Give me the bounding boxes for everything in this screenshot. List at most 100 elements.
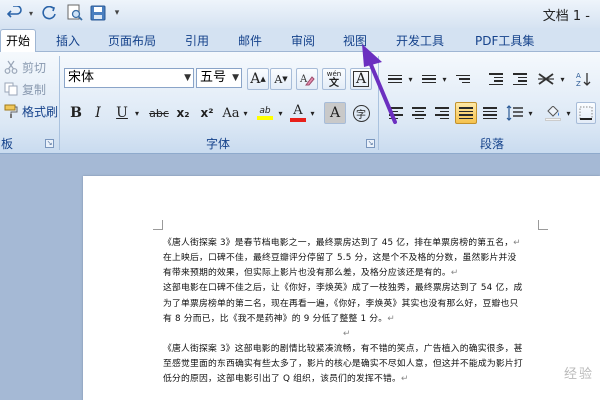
svg-text:A: A <box>576 72 581 80</box>
grow-font-button[interactable]: A ▲ <box>247 68 269 90</box>
line-spacing-dropdown-button[interactable]: ▾ <box>526 102 535 124</box>
bullets-button[interactable] <box>384 68 406 90</box>
asian-layout-button[interactable] <box>534 68 558 90</box>
paragraph-line[interactable]: 为了单票房榜单的第二名，现在再看一遍，《你好，李焕英》其实也没有那么好，豆瓣也只 <box>163 297 518 312</box>
align-left-button[interactable] <box>386 102 406 124</box>
tab-view[interactable]: 视图 <box>343 30 367 52</box>
chevron-down-icon: ▼ <box>232 73 239 83</box>
underline-button[interactable]: U <box>112 102 132 124</box>
strikethrough-button[interactable]: abc <box>146 102 172 124</box>
font-color-bar <box>290 118 306 122</box>
phonetic-guide-button[interactable]: wén 文 <box>322 68 346 90</box>
grow-font-icon: A <box>250 71 261 87</box>
line-text: 有 8 分而已，比《我不是药神》的 9 分低了整整 1 分。 <box>163 314 388 324</box>
bullets-dropdown-button[interactable]: ▾ <box>406 68 415 90</box>
asian-layout-dropdown-button[interactable]: ▾ <box>558 68 567 90</box>
cut-button[interactable]: 剪切 <box>4 58 46 76</box>
paragraph-group-label: 段落 <box>479 137 504 151</box>
change-case-dropdown-button[interactable]: ▾ <box>241 102 250 124</box>
undo-dropdown-button[interactable]: ▾ <box>26 4 36 22</box>
decrease-indent-icon <box>489 73 503 85</box>
paragraph-line[interactable]: 在上映后，口碑不佳，最终豆瓣评分停留了 5.5 分，这是个不及格的分数，虽然影片… <box>163 251 516 266</box>
paragraph-line[interactable]: 有带来预期的效果，但实际上影片也没有那么差，及格分应该还是有的。↵ <box>163 266 458 281</box>
customize-toolbar-button[interactable]: ▾ <box>110 4 124 22</box>
font-name-combo[interactable]: 宋体 ▼ <box>64 68 194 88</box>
document-page[interactable]: 《唐人街探案 3》是春节档电影之一，最终票房达到了 45 亿，排在单票房榜的第五… <box>83 176 600 400</box>
shading-dropdown-button[interactable]: ▾ <box>564 102 573 124</box>
ribbon-tab-bar: 开始 插入 页面布局 引用 邮件 审阅 视图 开发工具 PDF工具集 <box>0 28 600 53</box>
bold-icon: B <box>70 105 82 121</box>
document-area: 《唐人街探案 3》是春节档电影之一，最终票房达到了 45 亿，排在单票房榜的第五… <box>0 154 600 400</box>
clipboard-dialog-launcher[interactable]: ↘ <box>45 139 54 148</box>
align-right-button[interactable] <box>432 102 452 124</box>
italic-button[interactable]: I <box>88 102 108 124</box>
font-color-dropdown-button[interactable]: ▾ <box>308 102 317 124</box>
line-spacing-button[interactable] <box>504 102 526 124</box>
highlight-dropdown-button[interactable]: ▾ <box>276 102 285 124</box>
tab-pdf-tools[interactable]: PDF工具集 <box>475 30 534 52</box>
tab-references[interactable]: 引用 <box>185 30 209 52</box>
clear-formatting-button[interactable]: A <box>296 68 318 90</box>
multilevel-list-button[interactable] <box>452 68 474 90</box>
copy-button[interactable]: 复制 <box>4 80 46 98</box>
italic-icon: I <box>95 105 101 121</box>
paragraph-line[interactable]: 至感觉里面的东西确实有些太多了，影片的核心是确实不尽如人意，但这并不能成为影片打 <box>163 357 523 372</box>
line-text: 《唐人街探案 3》这部电影的剧情比较紧凑流畅，有不错的笑点，广告植入的确实很多，… <box>163 344 523 354</box>
tab-mailings[interactable]: 邮件 <box>238 30 262 52</box>
character-shading-button[interactable]: A <box>324 102 346 124</box>
line-spacing-icon <box>506 105 523 121</box>
highlight-button[interactable]: ab <box>254 102 276 124</box>
format-painter-button[interactable]: 格式刷 <box>4 102 58 120</box>
underline-dropdown-button[interactable]: ▾ <box>132 102 142 124</box>
distributed-icon <box>483 107 497 119</box>
center-button[interactable] <box>409 102 429 124</box>
distributed-button[interactable] <box>480 102 500 124</box>
font-size-combo[interactable]: 五号 ▼ <box>196 68 242 88</box>
paragraph-mark: ↵ <box>387 314 395 324</box>
paragraph-line[interactable]: 《唐人街探案 3》这部电影的剧情比较紧凑流畅，有不错的笑点，广告植入的确实很多，… <box>163 342 523 357</box>
format-painter-label: 格式刷 <box>22 104 59 119</box>
paragraph-line[interactable]: 《唐人街探案 3》是春节档电影之一，最终票房达到了 45 亿，排在单票房榜的第五… <box>163 236 521 251</box>
redo-button[interactable] <box>38 4 60 22</box>
numbered-list-icon <box>422 74 436 84</box>
superscript-button[interactable]: x² <box>196 102 218 124</box>
tab-insert[interactable]: 插入 <box>56 30 80 52</box>
character-border-button[interactable]: A <box>350 68 372 90</box>
paragraph-line[interactable]: 低分的原因，这部电影引出了 Q 组织，该员们的发挥不错。↵ <box>163 372 409 387</box>
tab-review[interactable]: 审阅 <box>291 30 315 52</box>
borders-button[interactable] <box>576 102 596 124</box>
shrink-font-button[interactable]: A ▼ <box>270 68 292 90</box>
paragraph-line[interactable]: ↵ <box>163 327 351 342</box>
eraser-icon: A <box>299 74 315 86</box>
increase-indent-button[interactable] <box>509 68 531 90</box>
paint-bucket-icon <box>547 105 559 117</box>
paragraph-line[interactable]: 有 8 分而已，比《我不是药神》的 9 分低了整整 1 分。↵ <box>163 312 395 327</box>
save-button[interactable] <box>88 4 108 22</box>
enclose-characters-button[interactable]: 字 <box>350 102 372 124</box>
highlight-color-bar <box>257 116 273 120</box>
subscript-icon: x₂ <box>176 106 190 120</box>
sort-button[interactable]: AZ <box>572 68 594 90</box>
asian-layout-icon <box>538 73 554 85</box>
scissors-icon <box>4 60 18 74</box>
justify-button[interactable] <box>455 102 477 124</box>
font-dialog-launcher[interactable]: ↘ <box>366 139 375 148</box>
paragraph-line[interactable]: 这部电影在口碑不佳之后，让《你好，李焕英》成了一枝独秀，最终票房达到了 54 亿… <box>163 281 522 296</box>
subscript-button[interactable]: x₂ <box>172 102 194 124</box>
borders-icon <box>579 106 593 120</box>
print-preview-button[interactable] <box>64 4 86 22</box>
undo-button[interactable] <box>4 4 26 22</box>
decrease-indent-button[interactable] <box>485 68 507 90</box>
watermark: 经验 <box>563 367 594 382</box>
change-case-button[interactable]: Aa <box>220 102 242 124</box>
tab-page-layout[interactable]: 页面布局 <box>108 30 156 52</box>
tab-developer[interactable]: 开发工具 <box>396 30 444 52</box>
font-color-button[interactable]: A <box>288 102 308 124</box>
numbering-dropdown-button[interactable]: ▾ <box>440 68 449 90</box>
numbering-button[interactable] <box>418 68 440 90</box>
enclose-characters-icon: 字 <box>352 104 370 122</box>
bold-button[interactable]: B <box>66 102 86 124</box>
shading-button[interactable] <box>542 102 564 124</box>
align-right-icon <box>435 107 449 119</box>
tab-home[interactable]: 开始 <box>0 29 37 53</box>
